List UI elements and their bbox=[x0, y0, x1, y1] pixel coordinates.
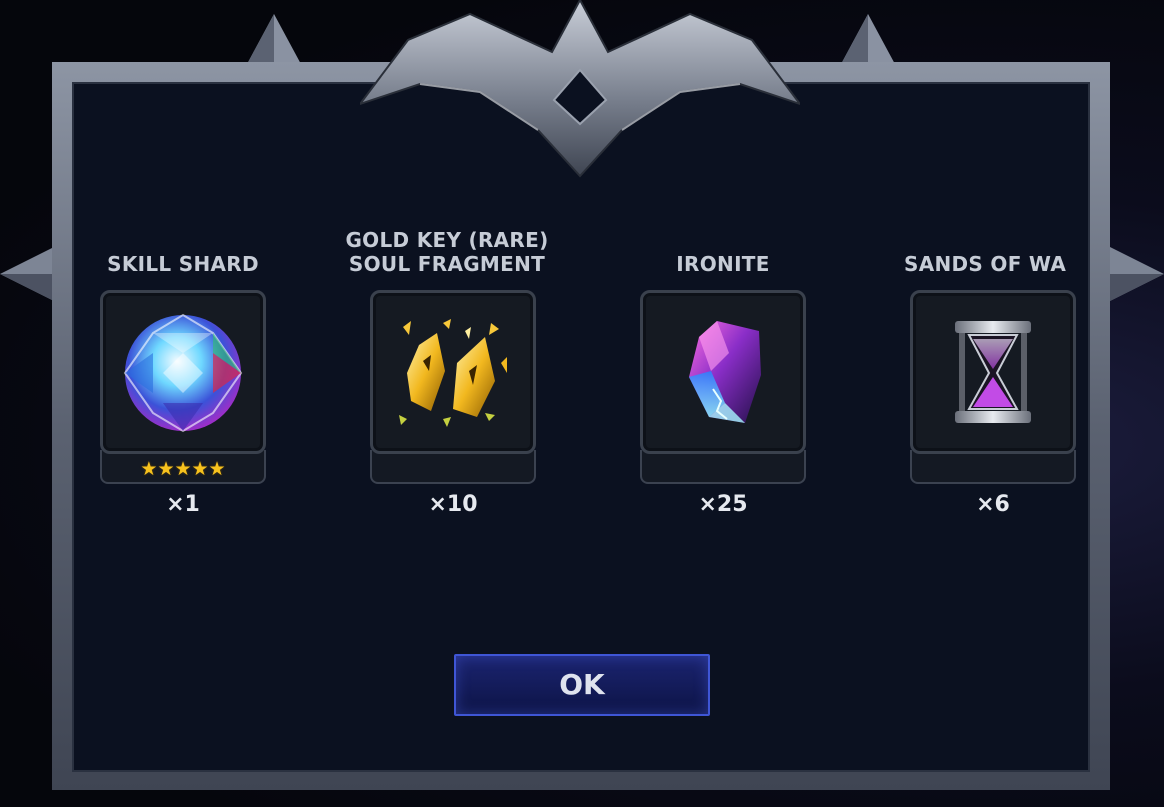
reward-card-tab bbox=[370, 450, 536, 484]
frame-spike-right bbox=[1108, 246, 1164, 302]
reward-dialog: SKILL SHARD ★★★★★ ×1 GOLD KEY (RARE) SOU… bbox=[72, 82, 1090, 772]
reward-item: SANDS OF WA ×6 bbox=[884, 84, 1076, 684]
reward-title: SANDS OF WA bbox=[904, 252, 1067, 276]
reward-title: GOLD KEY (RARE) SOUL FRAGMENT bbox=[345, 228, 549, 276]
frame-spike-top-right bbox=[840, 14, 896, 66]
reward-quantity: ×10 bbox=[428, 492, 478, 517]
reward-quantity: ×6 bbox=[976, 492, 1010, 517]
reward-card-box bbox=[370, 290, 536, 454]
gold-key-soul-fragment-icon bbox=[399, 319, 507, 427]
crown-ornament bbox=[360, 0, 800, 178]
reward-card-box bbox=[640, 290, 806, 454]
hourglass-icon bbox=[955, 321, 1031, 423]
ironite-crystal-icon bbox=[689, 321, 761, 423]
reward-quantity: ×25 bbox=[698, 492, 748, 517]
frame-spike-left bbox=[0, 246, 56, 302]
rarity-stars: ★★★★★ bbox=[140, 458, 226, 480]
reward-card-tab bbox=[640, 450, 806, 484]
reward-item: SKILL SHARD ★★★★★ ×1 bbox=[74, 84, 266, 684]
reward-title: IRONITE bbox=[676, 252, 770, 276]
reward-quantity: ×1 bbox=[166, 492, 200, 517]
reward-card-box bbox=[910, 290, 1076, 454]
reward-title: SKILL SHARD bbox=[107, 252, 259, 276]
reward-card-box bbox=[100, 290, 266, 454]
reward-card[interactable] bbox=[370, 290, 536, 486]
reward-card[interactable]: ★★★★★ bbox=[100, 290, 266, 486]
reward-card-tab bbox=[910, 450, 1076, 484]
ok-button[interactable]: OK bbox=[454, 654, 710, 716]
reward-card[interactable] bbox=[640, 290, 806, 486]
frame-spike-top-left bbox=[246, 14, 302, 66]
skill-shard-gem-icon bbox=[123, 313, 243, 433]
reward-card[interactable] bbox=[910, 290, 1076, 486]
